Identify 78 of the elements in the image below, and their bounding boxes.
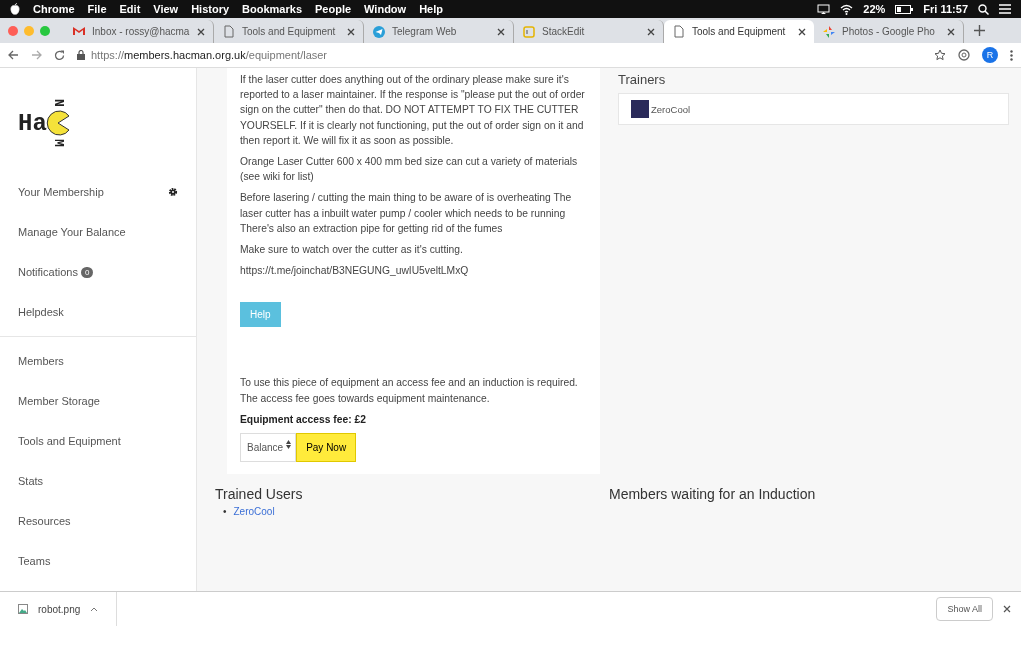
paper-plane-icon xyxy=(372,24,386,39)
reload-icon[interactable] xyxy=(54,49,65,61)
new-tab-icon[interactable] xyxy=(974,25,985,36)
window-control-dot[interactable] xyxy=(40,25,50,36)
apple-icon xyxy=(10,3,20,15)
notification-count: 0 xyxy=(80,266,94,278)
sidebar-link[interactable]: Members xyxy=(18,355,64,367)
menu-item[interactable]: Bookmarks xyxy=(242,3,302,15)
extension-icon[interactable] xyxy=(958,49,970,61)
star-icon[interactable] xyxy=(934,49,946,61)
clock[interactable]: Fri 11:57 xyxy=(923,3,968,15)
window-control-dot[interactable] xyxy=(8,25,18,36)
menu-item[interactable]: View xyxy=(153,3,179,15)
display-icon[interactable] xyxy=(817,3,831,15)
url-field[interactable]: https://members.hacman.org.uk/equipment/laser xyxy=(91,49,328,61)
menu-item[interactable]: Edit xyxy=(119,3,141,15)
lock-icon xyxy=(77,50,85,60)
close-icon[interactable] xyxy=(347,27,355,36)
trained-users-heading: Trained Users xyxy=(215,486,304,503)
trainer-name: ZeroCool xyxy=(651,103,691,115)
page-icon xyxy=(222,24,236,39)
sidebar-link[interactable]: Tools and Equipment xyxy=(18,435,121,447)
sidebar-link[interactable]: Member Storage xyxy=(18,395,100,407)
sort-arrows-icon xyxy=(286,440,292,450)
menu-item[interactable]: People xyxy=(315,3,352,15)
show-all-button[interactable]: Show All xyxy=(936,597,993,621)
battery-icon[interactable] xyxy=(895,4,914,14)
back-icon[interactable] xyxy=(8,50,19,60)
close-icon[interactable] xyxy=(798,27,806,36)
fee-amount: Equipment access fee: £2 xyxy=(240,412,367,427)
sidebar-link[interactable]: Stats xyxy=(18,475,44,487)
logo-letter: M xyxy=(50,139,65,147)
app-name[interactable]: Chrome xyxy=(33,3,75,15)
close-icon[interactable] xyxy=(947,27,955,36)
profile-avatar[interactable]: R xyxy=(982,47,998,63)
search-icon[interactable] xyxy=(978,3,989,15)
pinwheel-icon xyxy=(822,24,836,39)
description-text: Before lasering / cutting the main thing to be aware of is overheating The laser cutter has a inbuilt water pump / cooler which needs to be running There's also an extraction pipe for getting rid of the fumes xyxy=(240,191,573,236)
battery-percent: 22% xyxy=(863,3,886,15)
description-text: Make sure to watch over the cutter as it's cutting. xyxy=(240,243,464,258)
bullet: • xyxy=(223,506,227,518)
browser-tab[interactable]: Tools and Equipment xyxy=(664,20,814,43)
close-icon[interactable] xyxy=(1003,605,1011,613)
sidebar-link[interactable]: Helpdesk xyxy=(18,306,64,318)
sidebar-link[interactable]: Notifications xyxy=(18,266,78,278)
waiting-heading: Members waiting for an Induction xyxy=(609,486,817,503)
close-icon[interactable] xyxy=(197,27,205,36)
menu-item[interactable]: Window xyxy=(364,3,407,15)
description-text: If the laser cutter does anything out of the ordinary please make sure it's reported to a laser maintainer. If the response is "please put the out of order sign on the cutter" then do that. DO NOT ATTEMPT TO FIX THE CUTTER YOURSELF. If it is clearly not functioning, put the out of order sign on it and then report it. We will fix it as soon as possible. xyxy=(240,73,586,148)
menu-item[interactable]: Help xyxy=(419,3,443,15)
menu-item[interactable]: File xyxy=(87,3,107,15)
sidebar-link[interactable]: Teams xyxy=(18,555,51,567)
avatar-placeholder xyxy=(631,100,649,118)
logo-letter: N xyxy=(50,99,65,107)
page-icon xyxy=(672,24,686,39)
window-control-dot[interactable] xyxy=(24,25,34,36)
wifi-icon[interactable] xyxy=(840,3,854,15)
settings-icon[interactable] xyxy=(168,187,178,197)
image-file-icon xyxy=(18,604,28,614)
sidebar-link[interactable]: Resources xyxy=(18,515,71,527)
fee-text: To use this piece of equipment an access fee and an induction is required. The access fee goes towards equipment maintenance. xyxy=(240,376,579,406)
menu-item[interactable]: History xyxy=(191,3,230,15)
list-icon[interactable] xyxy=(999,4,1011,14)
close-icon[interactable] xyxy=(497,27,505,36)
payment-select[interactable]: Balance xyxy=(240,433,297,463)
caret-icon[interactable] xyxy=(90,606,99,612)
square-icon xyxy=(522,24,536,39)
more-icon[interactable] xyxy=(1010,49,1013,61)
sidebar-link[interactable]: Manage Your Balance xyxy=(18,226,126,238)
logo-text: Ha xyxy=(18,109,47,137)
download-file-name[interactable]: robot.png xyxy=(38,603,81,615)
pay-now-button[interactable]: Pay Now xyxy=(296,433,357,463)
sidebar-link[interactable]: Your Membership xyxy=(18,186,104,198)
user-link[interactable]: ZeroCool xyxy=(233,506,275,518)
description-text: https://t.me/joinchat/B3NEGUNG_uwIU5veltLMxQ xyxy=(240,264,470,279)
trainers-heading: Trainers xyxy=(618,72,667,87)
close-icon[interactable] xyxy=(647,27,655,36)
description-text: Orange Laser Cutter 600 x 400 mm bed size can cut a variety of materials (see wiki for list) xyxy=(240,155,579,185)
